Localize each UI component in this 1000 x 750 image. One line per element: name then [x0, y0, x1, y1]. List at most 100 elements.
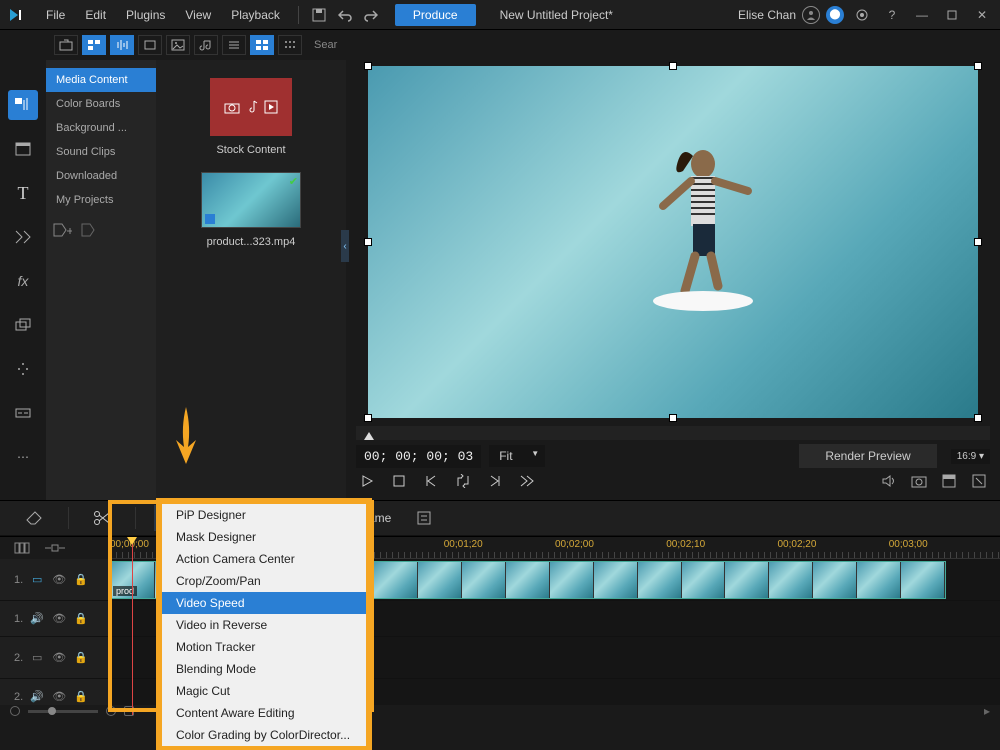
maximize-icon[interactable] [940, 3, 964, 27]
menu-magic-cut[interactable]: Magic Cut [162, 680, 366, 702]
menu-pip-designer[interactable]: PiP Designer [162, 504, 366, 526]
search-label[interactable]: Sear [314, 39, 337, 51]
menu-edit[interactable]: Edit [75, 4, 116, 26]
zoom-fit-dropdown[interactable]: Fit [489, 445, 545, 467]
minimize-icon[interactable]: — [910, 3, 934, 27]
resize-handle[interactable] [974, 414, 982, 422]
eraser-icon[interactable] [20, 506, 50, 530]
close-icon[interactable]: ✕ [970, 3, 994, 27]
track-lock-icon[interactable]: 🔒 [73, 611, 89, 627]
track-visibility-icon[interactable]: 👁 [51, 611, 67, 627]
sidebar-media-content[interactable]: Media Content [46, 68, 156, 92]
filter-image-icon[interactable] [166, 35, 190, 55]
fast-forward-icon[interactable] [516, 470, 538, 492]
sidebar-downloaded[interactable]: Downloaded [46, 164, 156, 188]
resize-handle[interactable] [364, 238, 372, 246]
track-visibility-icon[interactable]: 👁 [51, 572, 67, 588]
sidebar-my-projects[interactable]: My Projects [46, 188, 156, 212]
view-list-icon[interactable] [222, 35, 246, 55]
view-options-icon[interactable] [278, 35, 302, 55]
timecode[interactable]: 00; 00; 00; 03 [356, 445, 481, 468]
menu-color-grading[interactable]: Color Grading by ColorDirector... [162, 724, 366, 746]
track-lock-icon[interactable]: 🔒 [73, 650, 89, 666]
menu-crop-zoom-pan[interactable]: Crop/Zoom/Pan [162, 570, 366, 592]
menu-file[interactable]: File [36, 4, 75, 26]
timeline-view-clip-icon[interactable] [14, 542, 32, 554]
stop-icon[interactable] [388, 470, 410, 492]
zoom-slider[interactable] [28, 710, 98, 713]
resize-handle[interactable] [364, 62, 372, 70]
subtitle-room-icon[interactable] [8, 398, 38, 428]
prev-frame-icon[interactable] [420, 470, 442, 492]
import-icon[interactable] [54, 35, 78, 55]
filter-audio-icon[interactable] [110, 35, 134, 55]
menu-playback[interactable]: Playback [221, 4, 290, 26]
more-options-icon[interactable] [409, 506, 439, 530]
tag-remove-icon[interactable] [80, 222, 100, 238]
menu-plugins[interactable]: Plugins [116, 4, 175, 26]
view-grid-icon[interactable] [250, 35, 274, 55]
help-icon[interactable]: ? [880, 3, 904, 27]
filter-video-icon[interactable] [138, 35, 162, 55]
track-visibility-icon[interactable]: 👁 [51, 689, 67, 705]
transition-room-icon[interactable] [8, 222, 38, 252]
title-room-icon[interactable]: T [8, 178, 38, 208]
notifications-icon[interactable]: ⬤ [826, 6, 844, 24]
resize-handle[interactable] [364, 414, 372, 422]
dock-icon[interactable] [938, 470, 960, 492]
menu-video-reverse[interactable]: Video in Reverse [162, 614, 366, 636]
menu-blending-mode[interactable]: Blending Mode [162, 658, 366, 680]
fx-room-icon[interactable]: fx [8, 266, 38, 296]
particle-room-icon[interactable] [8, 354, 38, 384]
play-icon[interactable] [356, 470, 378, 492]
volume-icon[interactable] [878, 470, 900, 492]
media-clip[interactable]: ✔ product...323.mp4 [201, 172, 301, 248]
track-lock-icon[interactable]: 🔒 [73, 572, 89, 588]
resize-handle[interactable] [974, 238, 982, 246]
fullscreen-icon[interactable] [968, 470, 990, 492]
loop-icon[interactable] [452, 470, 474, 492]
zoom-out-icon[interactable] [10, 706, 20, 716]
timeline-track-video-1: 1. ▭ 👁 🔒 prod [0, 559, 1000, 601]
zoom-in-icon[interactable] [106, 706, 116, 716]
menu-mask-designer[interactable]: Mask Designer [162, 526, 366, 548]
redo-icon[interactable] [359, 3, 383, 27]
user-avatar-icon[interactable] [802, 6, 820, 24]
more-icon[interactable]: ⋯ [8, 442, 38, 472]
scissors-icon[interactable] [87, 506, 117, 530]
preview-scrubber[interactable] [356, 426, 990, 440]
snapshot-icon[interactable] [908, 470, 930, 492]
tag-add-icon[interactable] [52, 222, 72, 238]
produce-button[interactable]: Produce [395, 4, 476, 26]
stock-content-tile[interactable]: Stock Content [210, 78, 292, 156]
menu-motion-tracker[interactable]: Motion Tracker [162, 636, 366, 658]
panel-collapse-icon[interactable]: ‹ [341, 230, 349, 262]
resize-handle[interactable] [974, 62, 982, 70]
menu-view[interactable]: View [175, 4, 221, 26]
menu-action-camera[interactable]: Action Camera Center [162, 548, 366, 570]
menu-content-aware[interactable]: Content Aware Editing [162, 702, 366, 724]
filter-music-icon[interactable] [194, 35, 218, 55]
settings-icon[interactable] [850, 3, 874, 27]
track-lock-icon[interactable]: 🔒 [73, 689, 89, 705]
preview-viewport[interactable] [368, 66, 978, 418]
effect-room-icon[interactable] [8, 134, 38, 164]
scroll-right-icon[interactable]: ▸ [984, 704, 990, 718]
save-icon[interactable] [307, 3, 331, 27]
track-visibility-icon[interactable]: 👁 [51, 650, 67, 666]
filter-media-icon[interactable] [82, 35, 106, 55]
resize-handle[interactable] [669, 414, 677, 422]
sidebar-color-boards[interactable]: Color Boards [46, 92, 156, 116]
sidebar-sound-clips[interactable]: Sound Clips [46, 140, 156, 164]
aspect-ratio-label[interactable]: 16:9 ▾ [951, 449, 990, 464]
render-preview-button[interactable]: Render Preview [799, 444, 936, 468]
timeline-view-story-icon[interactable] [44, 542, 66, 554]
media-room-icon[interactable] [8, 90, 38, 120]
menu-video-speed[interactable]: Video Speed [162, 592, 366, 614]
next-frame-icon[interactable] [484, 470, 506, 492]
sidebar-background[interactable]: Background ... [46, 116, 156, 140]
undo-icon[interactable] [333, 3, 357, 27]
overlay-room-icon[interactable] [8, 310, 38, 340]
playhead[interactable] [132, 537, 133, 715]
resize-handle[interactable] [669, 62, 677, 70]
